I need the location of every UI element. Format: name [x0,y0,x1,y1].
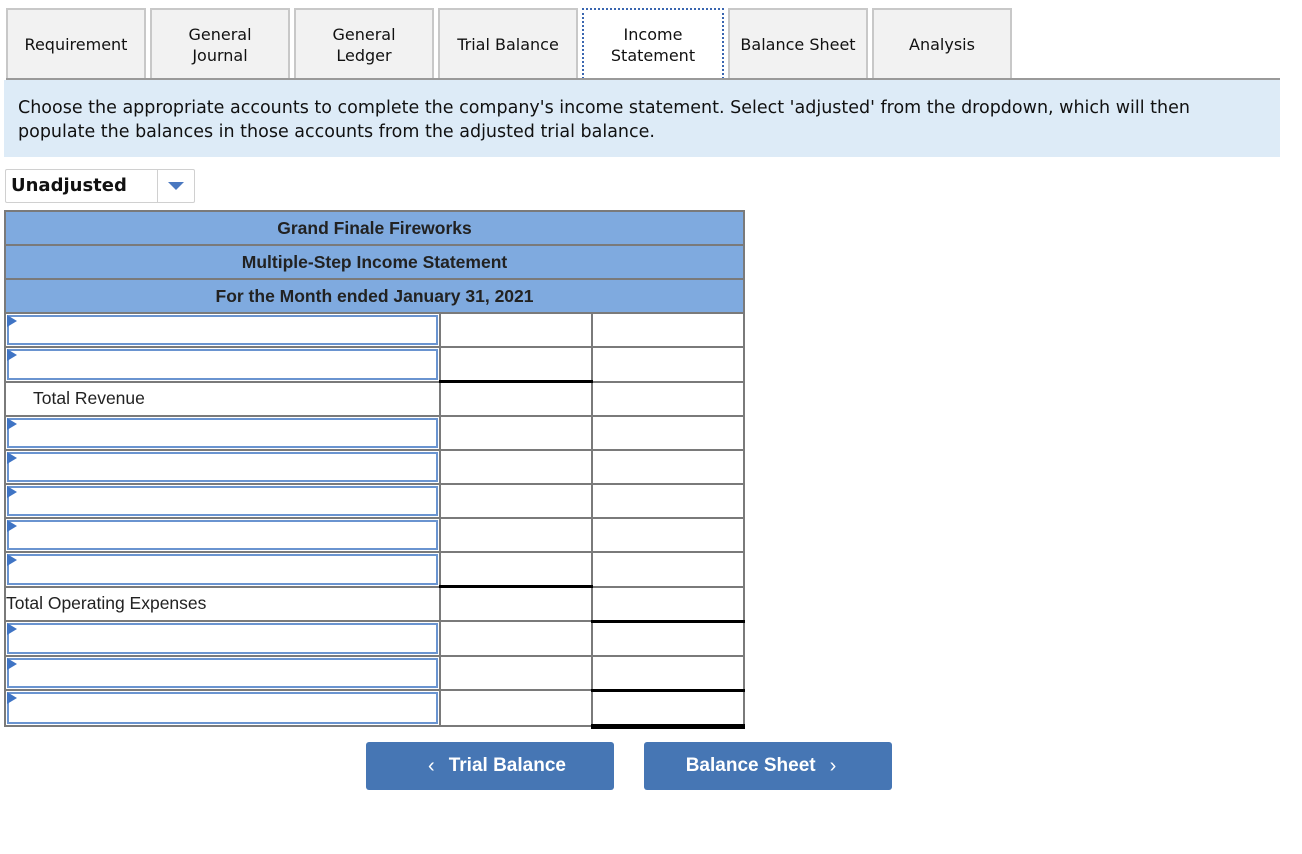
account-select[interactable] [7,452,438,482]
next-balance-sheet-button[interactable]: Balance Sheet › [644,742,892,790]
amount-input[interactable] [439,517,593,553]
amount-input[interactable] [439,551,593,588]
table-row [4,517,745,553]
total-input[interactable] [591,415,745,451]
statement-title: Multiple-Step Income Statement [4,244,745,280]
account-select[interactable] [7,418,438,448]
table-row [4,483,745,519]
account-select[interactable] [7,349,438,380]
tab-general-ledger[interactable]: General Ledger [294,8,434,79]
total-operating-expenses-label: Total Operating Expenses [4,585,441,622]
total-input[interactable] [591,346,745,383]
account-select[interactable] [7,520,438,550]
adjustment-dropdown[interactable]: Unadjusted [5,169,195,203]
account-select[interactable] [7,657,438,688]
net-income-input[interactable] [591,689,745,729]
chevron-right-icon: › [829,754,837,777]
amount-input[interactable] [439,689,593,727]
amount-input[interactable] [439,620,593,657]
table-row: Total Revenue [4,380,745,417]
table-row [4,620,745,657]
total-input[interactable] [591,620,745,657]
account-select[interactable] [7,554,438,585]
tab-balance-sheet[interactable]: Balance Sheet [728,8,868,79]
total-input[interactable] [591,449,745,485]
account-select[interactable] [7,315,438,345]
table-row [4,654,745,692]
account-select[interactable] [7,692,438,724]
income-statement-table: Grand Finale Fireworks Multiple-Step Inc… [4,210,745,729]
amount-input[interactable] [439,654,593,691]
amount-input[interactable] [439,380,593,417]
total-input[interactable] [591,585,745,623]
table-row [4,449,745,485]
total-input[interactable] [591,551,745,588]
amount-input[interactable] [439,449,593,485]
company-name: Grand Finale Fireworks [4,210,745,246]
amount-input[interactable] [439,346,593,383]
amount-input[interactable] [439,483,593,519]
chevron-down-icon[interactable] [157,170,194,202]
table-row [4,551,745,588]
total-input[interactable] [591,312,745,348]
total-input[interactable] [591,380,745,417]
tab-analysis[interactable]: Analysis [872,8,1012,79]
tab-general-journal[interactable]: General Journal [150,8,290,79]
table-row: Total Operating Expenses [4,585,745,623]
total-input[interactable] [591,517,745,553]
prev-trial-balance-button[interactable]: ‹ Trial Balance [366,742,614,790]
next-button-label: Balance Sheet [685,755,816,776]
prev-button-label: Trial Balance [448,755,566,776]
account-select[interactable] [7,623,438,654]
tab-trial-balance[interactable]: Trial Balance [438,8,578,79]
dropdown-value: Unadjusted [11,175,127,196]
total-input[interactable] [591,654,745,692]
amount-input[interactable] [439,415,593,451]
amount-input[interactable] [439,585,593,622]
instructions: Choose the appropriate accounts to compl… [4,80,1280,157]
table-row [4,689,745,729]
total-revenue-label: Total Revenue [4,380,441,417]
tab-requirement[interactable]: Requirement [6,8,146,79]
total-input[interactable] [591,483,745,519]
chevron-left-icon: ‹ [428,754,435,777]
account-select[interactable] [7,486,438,516]
table-row [4,346,745,383]
amount-input[interactable] [439,312,593,348]
tab-bar: Requirement General Journal General Ledg… [6,8,1016,79]
table-row [4,415,745,451]
table-row [4,312,745,348]
tab-income-statement[interactable]: Income Statement [582,8,724,79]
statement-period: For the Month ended January 31, 2021 [4,278,745,314]
